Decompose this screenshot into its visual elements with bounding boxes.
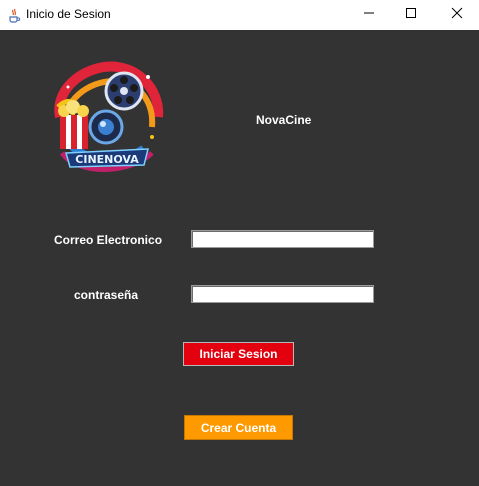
- login-panel: CINENOVA NovaCine Correo Electronico con…: [0, 30, 479, 486]
- login-button[interactable]: Iniciar Sesion: [183, 342, 294, 366]
- maximize-icon: [405, 6, 417, 24]
- login-window: Inicio de Sesion CINENOVA NovaCine Corre…: [0, 0, 479, 486]
- password-label: contraseña: [74, 288, 139, 302]
- window-title: Inicio de Sesion: [26, 7, 111, 21]
- minimize-icon: [363, 6, 375, 24]
- password-field[interactable]: [191, 285, 374, 303]
- close-icon: [451, 6, 463, 24]
- minimize-button[interactable]: [346, 0, 392, 30]
- brand-name: NovaCine: [256, 113, 312, 127]
- create-account-button[interactable]: Crear Cuenta: [184, 415, 293, 440]
- email-field[interactable]: [191, 230, 374, 248]
- close-button[interactable]: [434, 0, 479, 30]
- logo-lettering: CINENOVA: [75, 153, 139, 166]
- title-bar[interactable]: Inicio de Sesion: [0, 0, 479, 30]
- maximize-button[interactable]: [388, 0, 434, 30]
- email-label: Correo Electronico: [54, 233, 163, 247]
- cinenova-logo: CINENOVA: [48, 57, 166, 179]
- java-app-icon: [6, 7, 22, 23]
